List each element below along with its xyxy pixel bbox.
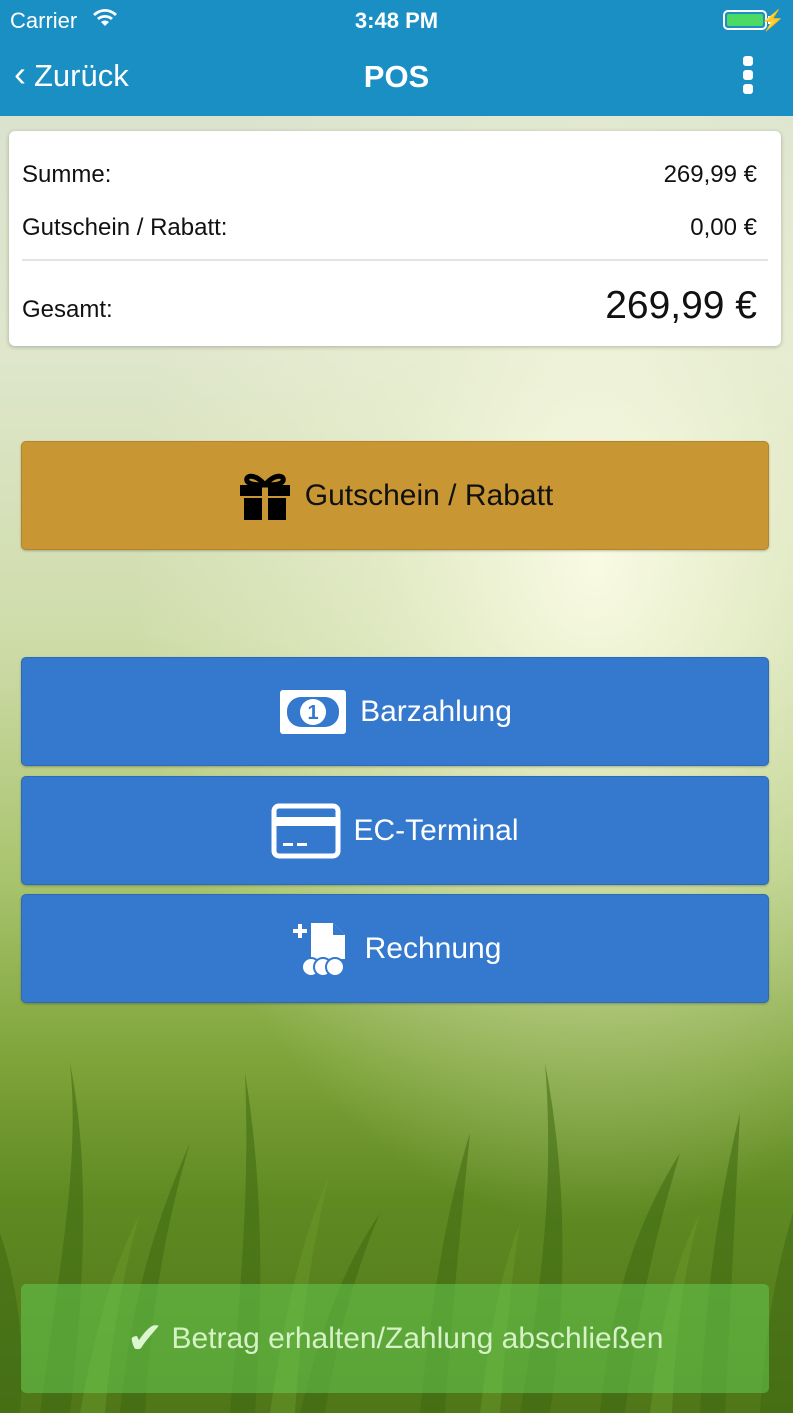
status-bar: Carrier 3:48 PM ⚡ bbox=[0, 0, 793, 40]
total-value: 269,99 € bbox=[605, 284, 757, 327]
total-row: Gesamt: 269,99 € bbox=[22, 284, 757, 328]
summary-card: Summe: 269,99 € Gutschein / Rabatt: 0,00… bbox=[9, 131, 781, 346]
total-label: Gesamt: bbox=[22, 296, 113, 323]
charging-icon: ⚡ bbox=[760, 10, 785, 32]
sum-value: 269,99 € bbox=[663, 161, 757, 188]
svg-text:1: 1 bbox=[308, 702, 319, 724]
finish-payment-button[interactable]: ✔ Betrag erhalten/Zahlung abschließen bbox=[21, 1284, 769, 1393]
checkmark-icon: ✔ bbox=[126, 1314, 164, 1363]
navigation-bar: ‹ Zurück POS bbox=[0, 40, 793, 116]
voucher-discount-button[interactable]: Gutschein / Rabatt bbox=[21, 441, 769, 550]
credit-card-icon bbox=[271, 803, 341, 859]
sum-row: Summe: 269,99 € bbox=[22, 161, 757, 189]
invoice-button[interactable]: Rechnung bbox=[21, 894, 769, 1003]
voucher-value: 0,00 € bbox=[690, 214, 757, 241]
voucher-label: Gutschein / Rabatt: bbox=[22, 214, 228, 241]
voucher-button-label: Gutschein / Rabatt bbox=[304, 478, 554, 512]
invoice-icon bbox=[289, 919, 353, 979]
clock: 3:48 PM bbox=[354, 8, 439, 33]
ec-terminal-button[interactable]: EC-Terminal bbox=[21, 776, 769, 885]
more-menu-icon[interactable] bbox=[741, 56, 755, 94]
voucher-row: Gutschein / Rabatt: 0,00 € bbox=[22, 214, 757, 242]
page-title: POS bbox=[363, 59, 430, 94]
banknote-icon: 1 bbox=[278, 688, 348, 736]
cash-button-label: Barzahlung bbox=[360, 694, 512, 728]
gift-icon bbox=[237, 471, 293, 521]
finish-button-label: Betrag erhalten/Zahlung abschließen bbox=[171, 1321, 664, 1355]
invoice-button-label: Rechnung bbox=[364, 931, 502, 965]
ec-button-label: EC-Terminal bbox=[353, 813, 519, 847]
divider bbox=[22, 259, 768, 261]
sum-label: Summe: bbox=[22, 161, 112, 188]
cash-payment-button[interactable]: 1 Barzahlung bbox=[21, 657, 769, 766]
